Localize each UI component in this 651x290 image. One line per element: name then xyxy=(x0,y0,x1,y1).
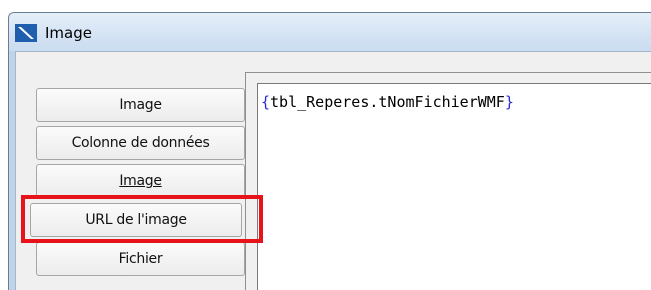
tab-fichier[interactable]: Fichier xyxy=(36,242,245,276)
window-title: Image xyxy=(45,24,92,42)
highlight-annotation-box xyxy=(21,195,263,243)
tab-image-2[interactable]: Image xyxy=(36,164,245,198)
expression-value: tbl_Reperes.tNomFichierWMF xyxy=(270,93,505,111)
image-app-icon xyxy=(15,24,37,42)
tab-image-label: Image xyxy=(119,97,162,113)
close-brace: } xyxy=(504,93,514,111)
tab-fichier-label: Fichier xyxy=(118,251,163,267)
tab-colonne-de-donnees[interactable]: Colonne de données xyxy=(36,126,245,160)
expression-text[interactable]: {tbl_Reperes.tNomFichierWMF} xyxy=(261,93,514,111)
tab-image-2-label: Image xyxy=(119,173,162,189)
open-brace: { xyxy=(261,93,271,111)
tab-image[interactable]: Image xyxy=(36,88,245,122)
expression-editor[interactable]: {tbl_Reperes.tNomFichierWMF} xyxy=(257,83,651,290)
title-bar[interactable]: Image xyxy=(9,13,651,51)
tab-colonne-label: Colonne de données xyxy=(71,135,210,151)
